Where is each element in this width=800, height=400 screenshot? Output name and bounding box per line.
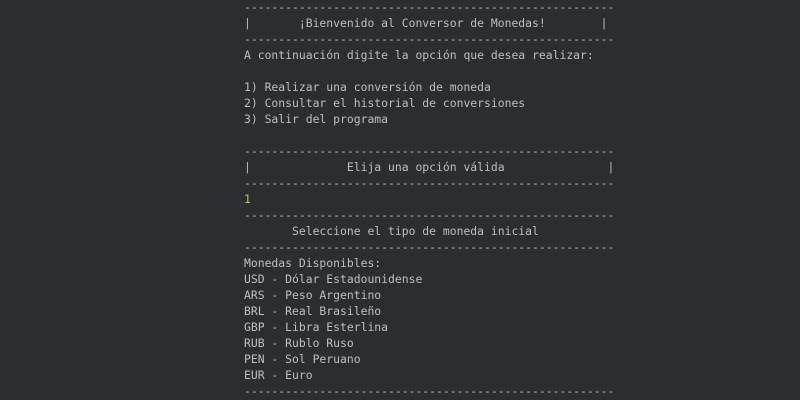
console-line-separator: ----------------------------------------… bbox=[244, 32, 615, 46]
console-line-menu-option: 3) Salir del programa bbox=[244, 112, 389, 126]
console-line-header: | ¡Bienvenido al Conversor de Monedas! | bbox=[244, 16, 608, 30]
console-line-currency-option: USD - Dólar Estadounidense bbox=[244, 272, 423, 286]
console-line-header: Seleccione el tipo de moneda inicial bbox=[244, 224, 539, 238]
console-line-menu-option: 2) Consultar el historial de conversione… bbox=[244, 96, 526, 110]
console-line-separator: ----------------------------------------… bbox=[244, 240, 615, 254]
console-line-separator: ----------------------------------------… bbox=[244, 208, 615, 222]
console-lines: ----------------------------------------… bbox=[244, 0, 614, 399]
console-line-currency-option: EUR - Euro bbox=[244, 368, 313, 382]
console-line-currency-option: GBP - Libra Esterlina bbox=[244, 320, 389, 334]
console-line-user-input: 1 bbox=[244, 192, 251, 206]
console-output[interactable]: ----------------------------------------… bbox=[0, 0, 800, 400]
console-line-prompt: Monedas Disponibles: bbox=[244, 256, 382, 270]
console-line-menu-option: 1) Realizar una conversión de moneda bbox=[244, 80, 491, 94]
console-line-currency-option: RUB - Rublo Ruso bbox=[244, 336, 354, 350]
console-line-separator: ----------------------------------------… bbox=[244, 144, 615, 158]
console-line-currency-option: BRL - Real Brasileño bbox=[244, 304, 382, 318]
console-line-separator: ----------------------------------------… bbox=[244, 0, 615, 14]
console-line-header: | Elija una opción válida | bbox=[244, 160, 615, 174]
console-line-prompt: A continuación digite la opción que dese… bbox=[244, 48, 594, 62]
console-line-currency-option: PEN - Sol Peruano bbox=[244, 352, 361, 366]
console-line-separator: ----------------------------------------… bbox=[244, 384, 615, 398]
console-line-separator: ----------------------------------------… bbox=[244, 176, 615, 190]
console-line-currency-option: ARS - Peso Argentino bbox=[244, 288, 382, 302]
